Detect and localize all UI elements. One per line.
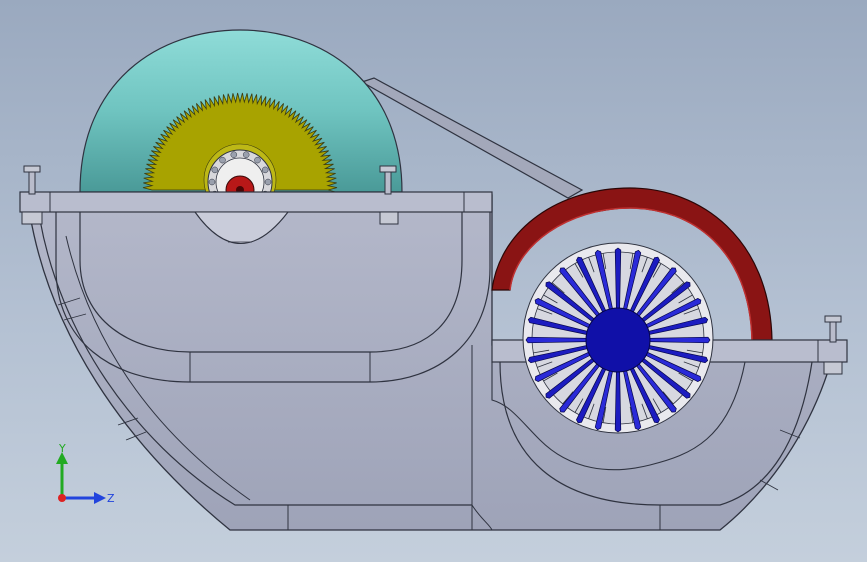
bevel-tooth: [614, 369, 622, 433]
bevel-tooth: [614, 247, 622, 311]
bearing-ball: [211, 166, 219, 174]
bearing-ball: [261, 166, 269, 174]
cad-viewport[interactable]: Y Z: [0, 0, 867, 562]
bearing-ball: [264, 178, 272, 186]
bevel-tooth: [525, 336, 589, 344]
bearing-ball: [208, 178, 216, 186]
bearing-ball: [230, 151, 238, 158]
origin-icon: [58, 494, 66, 502]
z-axis-label: Z: [107, 492, 115, 505]
gearbox-assembly-model[interactable]: [0, 0, 867, 562]
bearing-ball: [254, 156, 261, 164]
bearing-ball: [219, 156, 226, 164]
coordinate-triad: Y Z: [56, 442, 115, 505]
bearing-ball: [242, 151, 250, 158]
y-axis-label: Y: [58, 442, 66, 455]
bevel-tooth: [647, 336, 711, 344]
